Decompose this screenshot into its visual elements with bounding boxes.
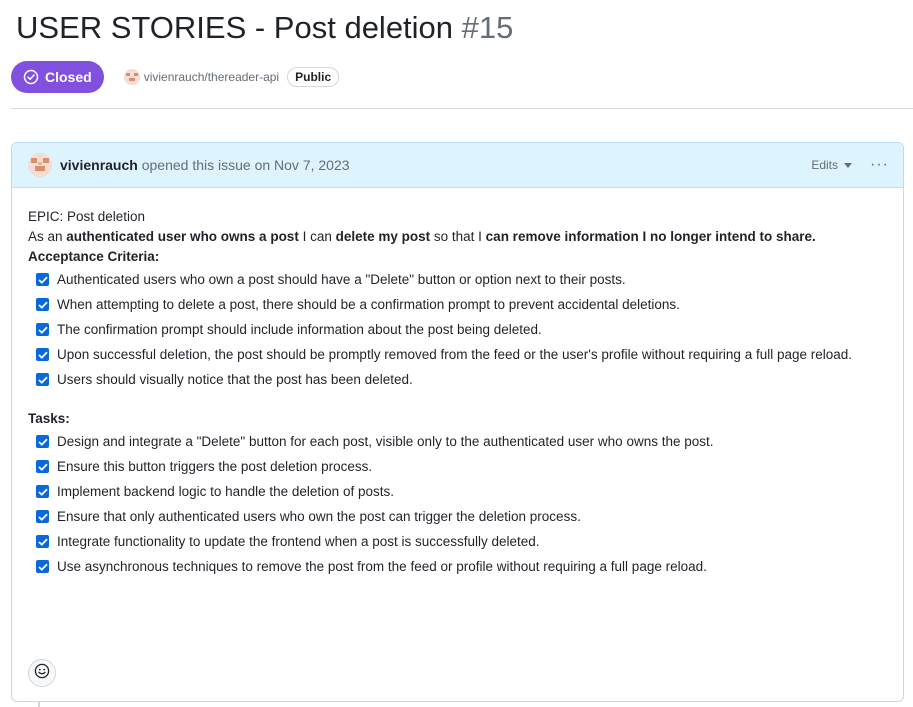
task-text: Users should visually notice that the po… [57,371,413,387]
issue-meta: Closed vivienrauch/thereader-api Public [11,61,340,93]
smiley-icon [34,663,50,684]
author-link[interactable]: vivienrauch [60,157,138,173]
epic-line: EPIC: Post deletion [28,209,146,224]
issue-comment: vivienrauch opened this issue on Nov 7, … [11,142,904,702]
repo-name[interactable]: vivienrauch/thereader-api [144,70,279,84]
checked-checkbox-icon[interactable] [36,348,49,361]
task-item: Users should visually notice that the po… [36,367,887,392]
story-bold: can remove information I no longer inten… [485,229,816,244]
checked-checkbox-icon[interactable] [36,435,49,448]
state-badge: Closed [11,61,104,93]
add-reaction-button[interactable] [28,659,56,687]
user-story: As an authenticated user who owns a post… [28,227,887,247]
comment-actions: Edits ··· [811,156,889,174]
comment-body: EPIC: Post deletion As an authenticated … [12,188,903,579]
issue-number: #15 [461,10,514,45]
tasks-list: Design and integrate a "Delete" button f… [36,429,887,579]
task-item: Authenticated users who own a post shoul… [36,267,887,292]
task-text: The confirmation prompt should include i… [57,321,542,337]
closed-check-circle-icon [23,69,39,85]
checked-checkbox-icon[interactable] [36,298,49,311]
checked-checkbox-icon[interactable] [36,323,49,336]
story-bold: authenticated user who owns a post [66,229,299,244]
issue-title-row: USER STORIES - Post deletion #15 [16,8,513,48]
checked-checkbox-icon[interactable] [36,273,49,286]
story-text: I can [298,229,336,244]
task-item: Use asynchronous techniques to remove th… [36,554,887,579]
state-label: Closed [45,69,92,85]
task-text: Design and integrate a "Delete" button f… [57,433,714,449]
triangle-down-icon [844,158,853,172]
checked-checkbox-icon[interactable] [36,460,49,473]
task-item: Ensure that only authenticated users who… [36,504,887,529]
story-text: As an [28,229,67,244]
task-item: Integrate functionality to update the fr… [36,529,887,554]
task-item: Design and integrate a "Delete" button f… [36,429,887,454]
issue-title: USER STORIES - Post deletion [16,10,454,45]
tasks-heading: Tasks: [28,411,70,426]
timeline-line [38,702,40,707]
repo-link[interactable]: vivienrauch/thereader-api [123,69,279,85]
story-bold: delete my post [335,229,431,244]
task-text: Implement backend logic to handle the de… [57,483,394,499]
checked-checkbox-icon[interactable] [36,535,49,548]
task-text: When attempting to delete a post, there … [57,296,680,312]
task-text: Authenticated users who own a post shoul… [57,271,626,287]
checked-checkbox-icon[interactable] [36,560,49,573]
task-text: Use asynchronous techniques to remove th… [57,558,707,574]
acceptance-list: Authenticated users who own a post shoul… [36,267,887,392]
repo-owner-avatar [123,69,140,85]
checked-checkbox-icon[interactable] [36,510,49,523]
header-divider [11,108,913,109]
edits-label: Edits [811,158,839,172]
checked-checkbox-icon[interactable] [36,485,49,498]
visibility-badge: Public [287,67,340,87]
task-text: Upon successful deletion, the post shoul… [57,346,853,362]
story-text: so that I [430,229,486,244]
comment-header-text: vivienrauch opened this issue on Nov 7, … [60,157,350,173]
author-avatar[interactable] [28,153,52,177]
task-item: When attempting to delete a post, there … [36,292,887,317]
edits-dropdown[interactable]: Edits [811,158,853,172]
acceptance-heading: Acceptance Criteria: [28,249,160,264]
comment-header: vivienrauch opened this issue on Nov 7, … [12,143,903,188]
task-item: The confirmation prompt should include i… [36,317,887,342]
task-item: Upon successful deletion, the post shoul… [36,342,887,367]
checked-checkbox-icon[interactable] [36,373,49,386]
more-options-icon[interactable]: ··· [870,156,889,174]
task-text: Integrate functionality to update the fr… [57,533,540,549]
task-item: Implement backend logic to handle the de… [36,479,887,504]
task-item: Ensure this button triggers the post del… [36,454,887,479]
task-text: Ensure that only authenticated users who… [57,508,581,524]
opened-text: opened this issue on Nov 7, 2023 [141,157,350,173]
task-text: Ensure this button triggers the post del… [57,458,373,474]
